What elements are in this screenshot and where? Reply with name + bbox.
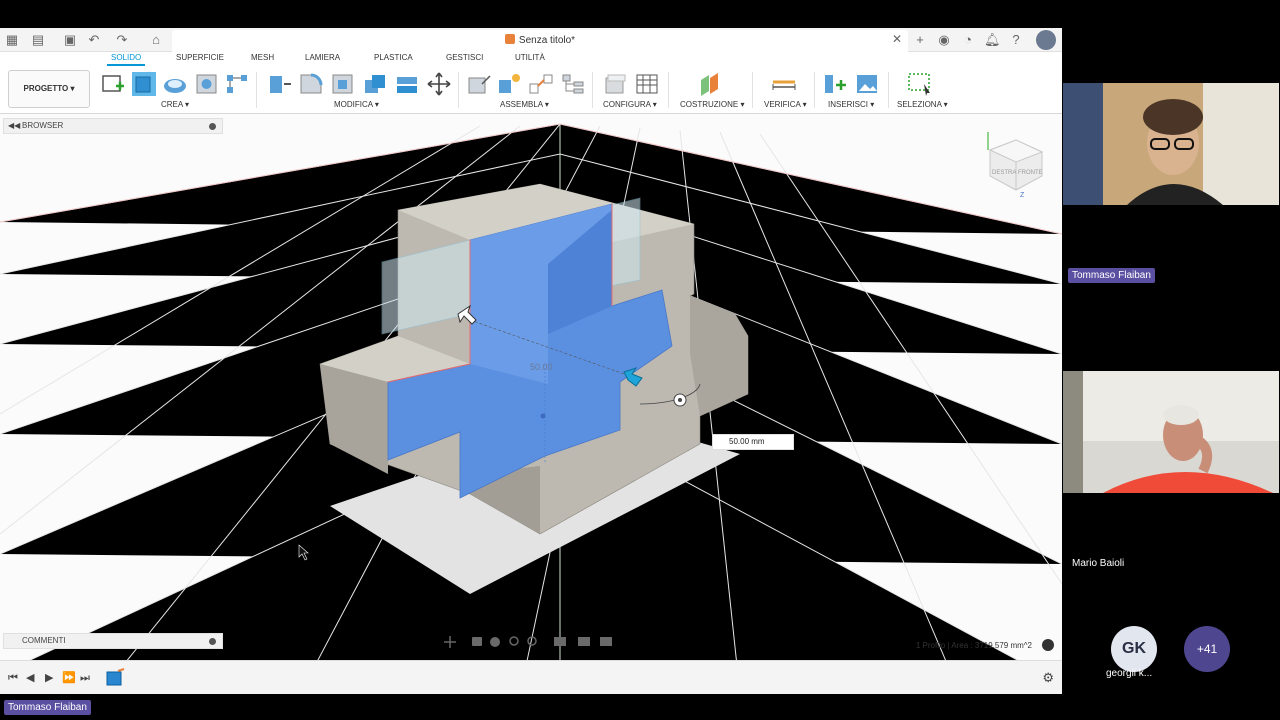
collapse-icon[interactable]: ◀◀ — [8, 119, 20, 133]
insert-canvas-icon[interactable] — [854, 72, 880, 96]
change-parameters-icon[interactable] — [602, 72, 628, 96]
tab-solido[interactable]: SOLIDO — [106, 53, 146, 66]
configuration-table-icon[interactable] — [634, 72, 660, 96]
viewcube-left-label: DESTRA — [992, 170, 1016, 176]
joint-origin-icon[interactable] — [560, 72, 586, 96]
navigation-bar[interactable] — [444, 634, 620, 650]
step-back-icon[interactable]: ◀ — [26, 671, 34, 685]
status-text: 1 Profilo | Area : 3719.579 mm^2 — [915, 641, 1032, 650]
select-icon[interactable] — [907, 72, 933, 96]
extensions-icon[interactable]: ◉ — [936, 32, 952, 48]
presenter-name-tag: Tommaso Flaiban — [4, 700, 91, 715]
extrude-icon[interactable] — [130, 72, 156, 96]
tab-mesh[interactable]: MESH — [251, 53, 274, 62]
more-participants-button[interactable]: +41 — [1184, 626, 1230, 672]
hole-icon[interactable] — [194, 72, 220, 96]
create-sketch-icon[interactable] — [100, 72, 126, 96]
ribbon-tabs: SOLIDO SUPERFICIE MESH LAMIERA PLASTICA … — [0, 52, 1062, 66]
tab-plastica[interactable]: PLASTICA — [374, 53, 413, 62]
browser-panel[interactable]: ◀◀ BROWSER — [3, 118, 223, 134]
notifications-icon[interactable]: 🔔︎ — [984, 32, 1001, 48]
joint-icon[interactable] — [496, 72, 522, 96]
participant-avatar-name: georgii k... — [1106, 668, 1153, 679]
fillet-icon[interactable] — [298, 72, 324, 96]
comments-panel[interactable]: COMMENTI — [3, 633, 223, 649]
new-tab-icon[interactable]: + — [912, 32, 928, 48]
insert-derive-icon[interactable] — [822, 72, 848, 96]
save-icon[interactable]: ▣ — [62, 32, 78, 48]
comments-label: COMMENTI — [22, 636, 66, 645]
group-costruzione[interactable]: COSTRUZIONE ▾ — [680, 100, 744, 109]
measure-icon[interactable] — [771, 72, 797, 96]
participant-1-name: Tommaso Flaiban — [1068, 268, 1155, 283]
group-configura[interactable]: CONFIGURA ▾ — [603, 100, 657, 109]
status-icon[interactable] — [1042, 639, 1054, 651]
job-status-icon[interactable]: ◔ — [960, 32, 976, 48]
group-crea[interactable]: CREA ▾ — [161, 100, 189, 109]
apps-grid-icon[interactable]: ▦ — [4, 32, 20, 48]
viewcube-icon — [987, 132, 1044, 191]
settings-gear-icon[interactable]: ⚙ — [1042, 671, 1054, 685]
pattern-icon[interactable] — [224, 72, 250, 96]
document-title: Senza titolo* — [518, 35, 576, 46]
participant-video-2 — [1063, 371, 1279, 493]
project-button[interactable]: PROGETTO ▾ — [8, 70, 90, 108]
as-built-joint-icon[interactable] — [528, 72, 554, 96]
combine-icon[interactable] — [362, 72, 388, 96]
user-avatar-icon[interactable] — [1036, 30, 1056, 50]
fusion-window: ▦ ▤ ▣ ↶ ↷ ⌂ Senza titolo* ✕ + ◉ ◔ 🔔︎ ? S… — [0, 28, 1062, 694]
tab-lamiera[interactable]: LAMIERA — [305, 53, 340, 62]
timeline: ⏮ ◀ ▶ ⏩ ⏭ ⚙ — [0, 660, 1062, 694]
tab-gestisci[interactable]: GESTISCI — [446, 53, 483, 62]
offset-plane-icon[interactable] — [697, 72, 723, 96]
shell-icon[interactable] — [330, 72, 356, 96]
viewcube-axis-label: Z — [1020, 192, 1025, 199]
browser-label: BROWSER — [22, 121, 64, 130]
dimension-input[interactable]: 50.00 mm — [712, 434, 794, 450]
comments-toggle-icon[interactable] — [209, 638, 216, 645]
model-scene[interactable]: DESTRA FRONTE Z 50.00 — [0, 114, 1062, 694]
group-seleziona[interactable]: SELEZIONA ▾ — [897, 100, 948, 109]
toolbar: PROGETTO ▾ CREA ▾ MODIFICA ▾ ASSEMBLA ▾ … — [0, 66, 1062, 114]
go-to-end-icon[interactable]: ⏭ — [80, 671, 90, 685]
group-verifica[interactable]: VERIFICA ▾ — [764, 100, 807, 109]
redo-icon[interactable]: ↷ — [114, 32, 130, 48]
close-tab-icon[interactable]: ✕ — [892, 32, 902, 46]
help-icon[interactable]: ? — [1008, 32, 1024, 48]
tab-utilita[interactable]: UTILITÀ — [515, 53, 545, 62]
tab-superficie[interactable]: SUPERFICIE — [176, 53, 224, 62]
dimension-label: 50.00 — [530, 362, 553, 372]
group-inserisci[interactable]: INSERISCI ▾ — [828, 100, 874, 109]
group-assembla[interactable]: ASSEMBLA ▾ — [500, 100, 549, 109]
participant-avatar[interactable]: GK — [1111, 626, 1157, 672]
group-modifica[interactable]: MODIFICA ▾ — [334, 100, 379, 109]
file-menu-icon[interactable]: ▤ — [30, 32, 46, 48]
3d-viewport[interactable]: DESTRA FRONTE Z 50.00 ◀◀ BROWSER 50.00 m… — [0, 114, 1062, 694]
participant-video-1 — [1063, 83, 1279, 205]
browser-toggle-icon[interactable] — [209, 123, 216, 130]
step-forward-icon[interactable]: ⏩ — [62, 671, 76, 685]
viewcube-front-label: FRONTE — [1018, 170, 1043, 176]
timeline-sketch-feature-icon[interactable] — [104, 667, 126, 689]
press-pull-icon[interactable] — [266, 72, 292, 96]
new-component-icon[interactable] — [466, 72, 492, 96]
play-icon[interactable]: ▶ — [45, 671, 53, 685]
home-icon[interactable]: ⌂ — [148, 32, 164, 48]
go-to-start-icon[interactable]: ⏮ — [8, 671, 18, 685]
revolve-icon[interactable] — [162, 72, 188, 96]
title-bar: ▦ ▤ ▣ ↶ ↷ ⌂ Senza titolo* ✕ + ◉ ◔ 🔔︎ ? — [0, 28, 1062, 52]
split-body-icon[interactable] — [394, 72, 420, 96]
move-copy-icon[interactable] — [426, 72, 452, 96]
undo-icon[interactable]: ↶ — [86, 32, 102, 48]
document-cube-icon — [504, 34, 515, 44]
document-tab[interactable]: Senza titolo* ✕ — [172, 30, 908, 52]
participant-2-name: Mario Baioli — [1072, 558, 1125, 569]
